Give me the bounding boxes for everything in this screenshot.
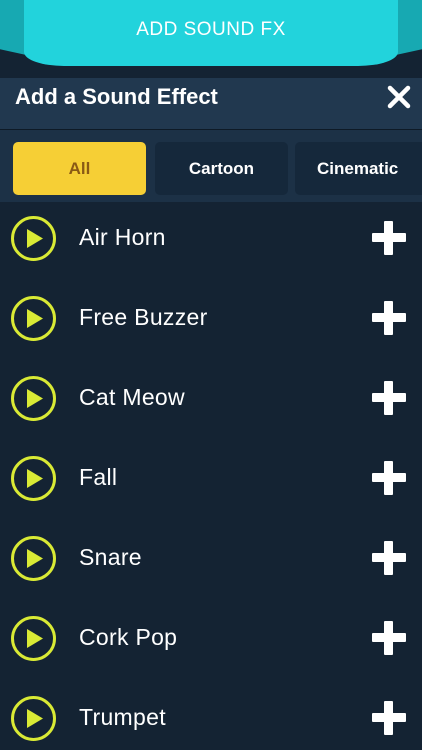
play-button[interactable] [11,616,56,661]
list-item: Air Horn [0,202,422,282]
sound-list: Air Horn Free Buzzer Cat Meow Fall Snare [0,202,422,750]
page-title: Add a Sound Effect [15,84,218,109]
sound-name: Free Buzzer [79,304,208,330]
sound-name: Cat Meow [79,384,185,410]
add-button[interactable] [372,221,406,255]
list-item: Fall [0,442,422,522]
tab-cinematic[interactable]: Cinematic [295,142,422,195]
play-button[interactable] [11,376,56,421]
play-button[interactable] [11,456,56,501]
tab-all[interactable]: All [13,142,146,195]
play-icon [27,389,43,408]
play-icon [27,549,43,568]
add-button[interactable] [372,381,406,415]
sound-name: Snare [79,544,142,570]
play-icon [27,309,43,328]
sound-name: Cork Pop [79,624,178,650]
list-item: Cork Pop [0,602,422,682]
close-button[interactable] [386,84,412,110]
banner-area: ADD SOUND FX [0,0,422,78]
banner-title: ADD SOUND FX [136,19,286,40]
sound-name: Fall [79,464,118,490]
add-button[interactable] [372,621,406,655]
banner: ADD SOUND FX [24,0,398,66]
play-icon [27,709,43,728]
header: Add a Sound Effect [0,78,422,130]
play-button[interactable] [11,296,56,341]
sound-name: Trumpet [79,704,166,730]
category-tabs: All Cartoon Cinematic [0,130,422,202]
play-icon [27,469,43,488]
play-button[interactable] [11,696,56,741]
add-button[interactable] [372,541,406,575]
list-item: Trumpet [0,682,422,750]
play-button[interactable] [11,216,56,261]
add-button[interactable] [372,301,406,335]
sound-name: Air Horn [79,224,166,250]
tab-cartoon[interactable]: Cartoon [155,142,288,195]
play-icon [27,229,43,248]
play-icon [27,629,43,648]
list-item: Free Buzzer [0,282,422,362]
close-icon [387,85,411,109]
add-button[interactable] [372,461,406,495]
play-button[interactable] [11,536,56,581]
list-item: Cat Meow [0,362,422,442]
add-button[interactable] [372,701,406,735]
list-item: Snare [0,522,422,602]
